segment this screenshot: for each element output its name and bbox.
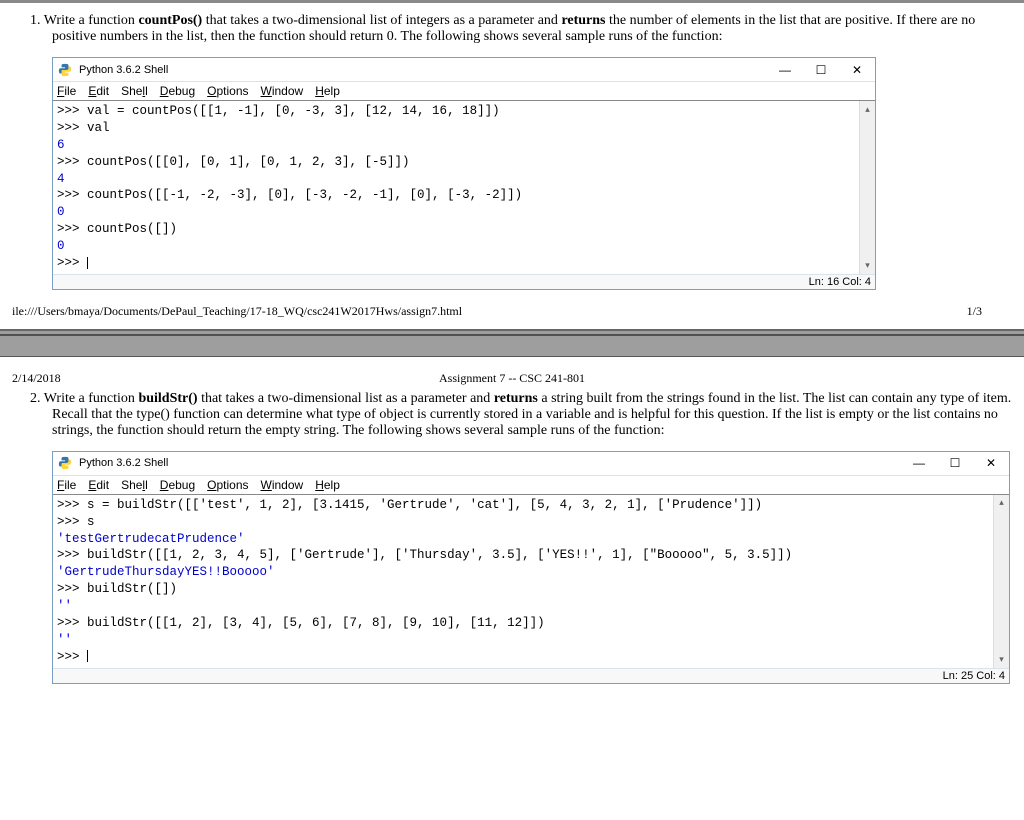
- menu-shell[interactable]: Shell: [121, 84, 148, 98]
- window-controls: — ☐ ✕: [901, 452, 1009, 475]
- shell-window-2: Python 3.6.2 Shell — ☐ ✕ File Edit Shell…: [52, 451, 1010, 684]
- menu-window[interactable]: Window: [261, 478, 304, 492]
- menu-debug[interactable]: Debug: [160, 84, 195, 98]
- menubar: File Edit Shell Debug Options Window Hel…: [53, 476, 1009, 495]
- scrollbar[interactable]: ▴ ▾: [993, 495, 1009, 668]
- window-controls: — ☐ ✕: [767, 58, 875, 81]
- titlebar[interactable]: Python 3.6.2 Shell — ☐ ✕: [53, 58, 875, 82]
- scroll-up-icon[interactable]: ▴: [994, 495, 1009, 511]
- shell-body-1[interactable]: >>> val = countPos([[1, -1], [0, -3, 3],…: [53, 101, 859, 274]
- shell-body-2[interactable]: >>> s = buildStr([['test', 1, 2], [3.141…: [53, 495, 993, 668]
- scroll-down-icon[interactable]: ▾: [860, 258, 875, 274]
- python-icon: [57, 455, 73, 471]
- menu-options[interactable]: Options: [207, 84, 248, 98]
- scrollbar[interactable]: ▴ ▾: [859, 101, 875, 274]
- footer-path-1: ile:///Users/bmaya/Documents/DePaul_Teac…: [8, 304, 1016, 319]
- q2-text-pre: Write a function: [44, 391, 139, 406]
- question-2: 2. Write a function buildStr() that take…: [8, 391, 1016, 439]
- q2-returns: returns: [494, 391, 538, 406]
- q1-text-pre: Write a function: [44, 13, 139, 28]
- menubar: File Edit Shell Debug Options Window Hel…: [53, 82, 875, 101]
- question-1: 1. Write a function countPos() that take…: [8, 13, 1016, 45]
- q1-number: 1.: [30, 13, 41, 28]
- q1-func: countPos(): [138, 13, 202, 28]
- menu-debug[interactable]: Debug: [160, 478, 195, 492]
- minimize-button[interactable]: —: [767, 58, 803, 81]
- q2-number: 2.: [30, 391, 41, 406]
- q2-text-mid: that takes a two-dimensional list as a p…: [198, 391, 494, 406]
- file-path: ile:///Users/bmaya/Documents/DePaul_Teac…: [12, 304, 462, 319]
- menu-edit[interactable]: Edit: [88, 478, 109, 492]
- maximize-button[interactable]: ☐: [937, 452, 973, 475]
- scroll-up-icon[interactable]: ▴: [860, 101, 875, 117]
- python-icon: [57, 62, 73, 78]
- scroll-down-icon[interactable]: ▾: [994, 652, 1009, 668]
- menu-window[interactable]: Window: [261, 84, 304, 98]
- assignment-title: Assignment 7 -- CSC 241-801: [8, 371, 1016, 386]
- close-button[interactable]: ✕: [973, 452, 1009, 475]
- menu-file[interactable]: File: [57, 84, 76, 98]
- date: 2/14/2018: [12, 371, 61, 387]
- page-indicator: 1/3: [967, 304, 982, 319]
- menu-file[interactable]: File: [57, 478, 76, 492]
- menu-help[interactable]: Help: [315, 478, 340, 492]
- q2-func: buildStr(): [138, 391, 197, 406]
- statusbar: Ln: 25 Col: 4: [53, 668, 1009, 683]
- shell-window-1: Python 3.6.2 Shell — ☐ ✕ File Edit Shell…: [52, 57, 876, 290]
- window-title: Python 3.6.2 Shell: [79, 457, 168, 469]
- close-button[interactable]: ✕: [839, 58, 875, 81]
- window-title: Python 3.6.2 Shell: [79, 64, 168, 76]
- page-divider: [0, 329, 1024, 357]
- minimize-button[interactable]: —: [901, 452, 937, 475]
- menu-options[interactable]: Options: [207, 478, 248, 492]
- maximize-button[interactable]: ☐: [803, 58, 839, 81]
- q1-returns: returns: [561, 13, 605, 28]
- titlebar[interactable]: Python 3.6.2 Shell — ☐ ✕: [53, 452, 1009, 476]
- menu-help[interactable]: Help: [315, 84, 340, 98]
- menu-shell[interactable]: Shell: [121, 478, 148, 492]
- statusbar: Ln: 16 Col: 4: [53, 274, 875, 289]
- q1-text-mid: that takes a two-dimensional list of int…: [202, 13, 561, 28]
- menu-edit[interactable]: Edit: [88, 84, 109, 98]
